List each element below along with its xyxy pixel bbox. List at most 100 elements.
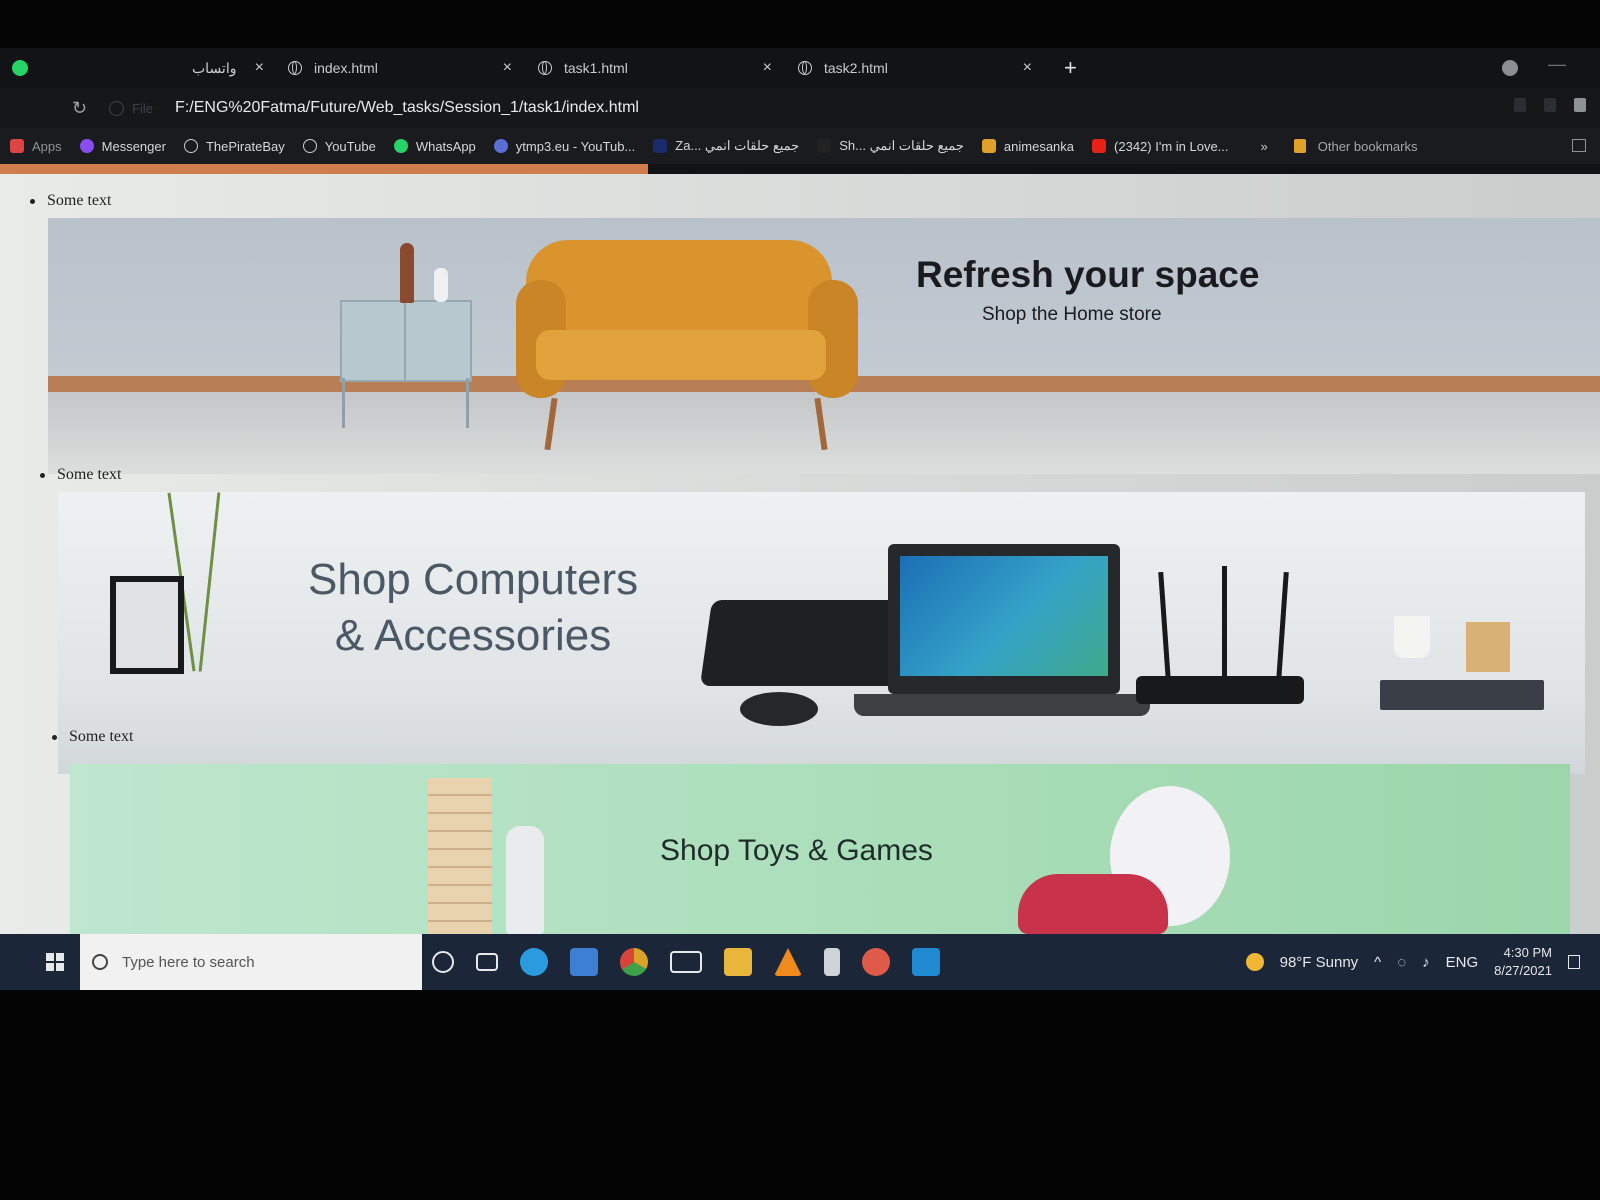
cup-image xyxy=(1394,616,1430,658)
bookmark-youtube[interactable]: YouTube xyxy=(302,139,376,154)
laptop-base xyxy=(854,694,1150,716)
router-antenna xyxy=(1276,571,1289,681)
bookmark-animesanka[interactable]: animesanka xyxy=(981,138,1075,154)
vase-image xyxy=(434,268,448,302)
system-tray: 98°F Sunny ^ ◌ ♪ ENG 4:30 PM 8/27/2021 xyxy=(1245,934,1580,990)
banner-title: Refresh your space xyxy=(916,254,1260,295)
vscode-icon[interactable] xyxy=(912,948,940,976)
toys-banner[interactable]: Shop Toys & Games xyxy=(70,764,1570,934)
close-icon[interactable]: × xyxy=(255,59,264,77)
store-icon[interactable] xyxy=(570,948,598,976)
weather-text[interactable]: 98°F Sunny xyxy=(1280,954,1359,971)
youtube-icon xyxy=(1092,139,1107,153)
bookmark-anime-sh[interactable]: Sh... جميع حلقات انمي xyxy=(817,138,964,154)
reload-icon[interactable]: ↻ xyxy=(72,98,87,119)
bookmarks-bar: Apps Messenger ThePirateBay YouTube What… xyxy=(0,128,1600,164)
edge-icon[interactable] xyxy=(520,948,548,976)
banner-title-line: & Accessories xyxy=(334,611,612,660)
keyboard-image xyxy=(699,600,911,686)
bullet-icon xyxy=(52,734,57,740)
profile-icon[interactable] xyxy=(1502,60,1518,76)
tab-whatsapp[interactable]: واتساب × xyxy=(178,48,268,88)
volume-icon[interactable]: ♪ xyxy=(1422,954,1430,971)
picture-frame-image xyxy=(110,576,184,674)
bookmark-star-icon[interactable] xyxy=(1514,98,1526,112)
bookmark-whatsapp[interactable]: WhatsApp xyxy=(393,138,476,154)
address-bar: ↻ File F:/ENG%20Fatma/Future/Web_tasks/S… xyxy=(0,88,1600,128)
tab-index-html[interactable]: index.html × xyxy=(274,48,524,88)
info-icon[interactable] xyxy=(109,100,125,116)
banner-title-line: Shop Computers xyxy=(308,555,639,604)
pencil-holder-image xyxy=(1466,622,1510,672)
new-tab-button[interactable]: + xyxy=(1064,55,1077,81)
jenga-image xyxy=(428,778,492,934)
bookmark-label: animesanka xyxy=(1003,138,1075,154)
url-input[interactable]: F:/ENG%20Fatma/Future/Web_tasks/Session_… xyxy=(175,99,639,117)
globe-icon xyxy=(798,61,812,75)
task-view-icon[interactable] xyxy=(476,953,498,971)
network-icon[interactable]: ◌ xyxy=(1397,954,1406,971)
close-icon[interactable]: × xyxy=(763,59,772,77)
anime-icon xyxy=(653,139,668,153)
bookmark-label: Za... جميع حلقات انمي xyxy=(675,138,800,153)
bookmark-thepiratebay[interactable]: ThePirateBay xyxy=(183,138,285,154)
reed-image xyxy=(198,492,221,672)
settings-app-icon[interactable] xyxy=(862,948,890,976)
weather-sun-icon[interactable] xyxy=(1245,953,1264,971)
file-explorer-icon[interactable] xyxy=(724,948,752,976)
clock[interactable]: 4:30 PM 8/27/2021 xyxy=(1494,944,1552,980)
page-top-bar xyxy=(0,164,648,174)
trooper-toy-image xyxy=(506,826,544,934)
file-label: File xyxy=(132,100,154,116)
windows-start-icon[interactable] xyxy=(46,953,64,971)
web-page: Some text Refresh your space Shop the Ho… xyxy=(0,174,1600,934)
extensions-icon[interactable] xyxy=(1574,98,1586,112)
chrome-icon[interactable] xyxy=(620,948,648,976)
anime-icon xyxy=(817,139,832,153)
apps-grid-icon xyxy=(10,139,24,153)
tab-title: task2.html xyxy=(824,60,888,76)
cortana-icon[interactable] xyxy=(432,951,454,973)
reading-list-icon[interactable] xyxy=(1572,139,1586,152)
computers-banner[interactable]: Shop Computers & Accessories xyxy=(58,492,1585,774)
chevron-up-icon[interactable]: ^ xyxy=(1374,954,1381,971)
bookmark-label: ThePirateBay xyxy=(205,138,285,154)
bookmark-anime-za[interactable]: Za... جميع حلقات انمي xyxy=(653,138,799,154)
share-icon[interactable] xyxy=(1544,98,1556,112)
bookmark-label: Sh... جميع حلقات انمي xyxy=(839,138,964,153)
language-indicator[interactable]: ENG xyxy=(1446,954,1479,971)
list-item-text: Some text xyxy=(47,192,112,209)
vlc-icon[interactable] xyxy=(774,948,802,976)
minimize-icon[interactable]: — xyxy=(1548,54,1566,75)
bookmark-messenger[interactable]: Messenger xyxy=(79,138,166,154)
notification-icon[interactable] xyxy=(1568,955,1580,969)
taskbar-search-input[interactable]: Type here to search xyxy=(80,934,422,990)
close-icon[interactable]: × xyxy=(503,59,512,77)
bookmarks-overflow-icon[interactable]: » xyxy=(1261,139,1268,154)
router-antenna xyxy=(1158,571,1171,681)
laptop-display xyxy=(900,556,1108,676)
cabinet-leg xyxy=(466,378,469,428)
cabinet-door-split xyxy=(404,302,406,380)
tab-task1-html[interactable]: task1.html × xyxy=(524,48,784,88)
bookmark-label: Messenger xyxy=(101,138,166,154)
router-antenna xyxy=(1222,566,1227,678)
bookmark-label: WhatsApp xyxy=(415,138,476,154)
monitor-bezel xyxy=(0,990,1600,1200)
bookmark-ytmp3[interactable]: ytmp3.eu - YouTub... xyxy=(493,138,636,154)
bookmark-label: ytmp3.eu - YouTub... xyxy=(515,138,636,154)
bookmark-youtube-video[interactable]: (2342) I'm in Love... xyxy=(1092,139,1229,154)
mail-icon[interactable] xyxy=(670,951,702,973)
globe-icon xyxy=(288,61,302,75)
other-bookmarks[interactable]: Other bookmarks xyxy=(1293,139,1417,154)
home-store-banner[interactable]: Refresh your space Shop the Home store xyxy=(48,218,1600,474)
sofa-seat xyxy=(536,330,826,380)
banner-title: Shop Toys & Games xyxy=(660,834,933,867)
close-icon[interactable]: × xyxy=(1023,59,1032,77)
bookmark-apps[interactable]: Apps xyxy=(10,139,62,154)
whatsapp-icon[interactable] xyxy=(12,60,28,76)
folder-icon xyxy=(981,139,996,153)
app-icon[interactable] xyxy=(824,948,840,976)
tab-task2-html[interactable]: task2.html × xyxy=(784,48,1044,88)
messenger-icon xyxy=(79,139,94,153)
